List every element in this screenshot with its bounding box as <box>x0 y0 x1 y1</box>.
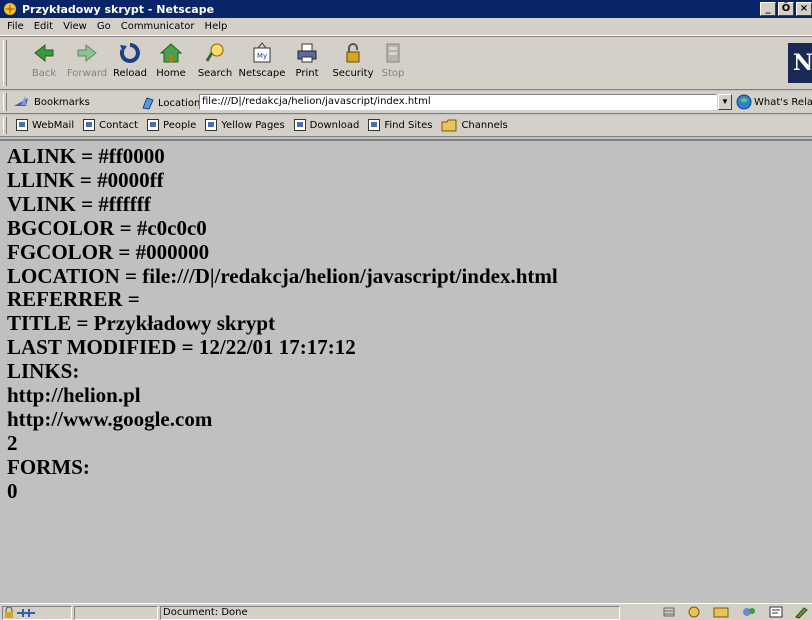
forward-arrow-icon <box>77 43 97 63</box>
content-line: 0 <box>7 478 18 503</box>
home-label: Home <box>156 68 186 79</box>
print-label: Print <box>295 68 319 79</box>
back-arrow-icon <box>34 43 54 63</box>
content-line: LLINK = #0000ff <box>7 167 164 192</box>
personal-link-label: People <box>163 119 197 131</box>
pen-icon[interactable] <box>794 605 810 619</box>
connection-status-icon[interactable] <box>3 606 37 619</box>
location-label-text: Location: <box>158 97 204 109</box>
stop-button[interactable]: Stop <box>368 41 418 87</box>
toolbar-grip[interactable] <box>3 40 7 86</box>
personal-link-yellow-pages[interactable]: Yellow Pages <box>205 119 285 131</box>
maximize-button[interactable]: Ô <box>778 2 794 16</box>
status-progress-cell <box>74 606 158 620</box>
mail-icon[interactable] <box>712 605 730 619</box>
printer-icon <box>297 43 317 63</box>
content-line: LAST MODIFIED = 12/22/01 17:17:12 <box>7 335 356 360</box>
bookmark-page-icon <box>16 119 28 131</box>
content-line: http://helion.pl <box>7 383 141 408</box>
personal-link-find-sites[interactable]: Find Sites <box>368 119 432 131</box>
whats-related-label: What's Related <box>754 96 812 108</box>
reload-icon <box>119 43 140 63</box>
menu-communicator[interactable]: Communicator <box>116 21 200 32</box>
content-line: 2 <box>7 430 18 455</box>
bookmarks-icon <box>14 96 28 106</box>
personal-link-label: Find Sites <box>384 119 433 131</box>
status-security-cell <box>2 606 72 620</box>
netscape-icon: My <box>253 42 271 63</box>
menu-bar: File Edit View Go Communicator Help <box>0 18 812 36</box>
personal-link-label: WebMail <box>32 119 75 131</box>
composer-icon[interactable] <box>768 605 784 619</box>
personal-link-label: Yellow Pages <box>221 119 285 131</box>
content-line: LINKS: <box>7 359 80 384</box>
url-input[interactable]: file:///D|/redakcja/helion/javascript/in… <box>199 94 717 110</box>
component-bar-icon[interactable] <box>662 605 676 619</box>
menu-edit[interactable]: Edit <box>29 21 58 32</box>
content-line: ALINK = #ff0000 <box>7 144 165 168</box>
padlock-icon <box>346 43 360 63</box>
minimize-button[interactable]: _ <box>760 2 776 16</box>
url-history-dropdown-button[interactable]: ▼ <box>718 94 732 110</box>
content-line: BGCOLOR = #c0c0c0 <box>7 215 207 240</box>
content-line: FGCOLOR = #000000 <box>7 239 210 264</box>
personal-link-channels[interactable]: Channels <box>441 118 508 132</box>
menu-help[interactable]: Help <box>200 21 233 32</box>
search-icon <box>205 43 224 62</box>
bookmark-page-icon <box>368 119 381 131</box>
location-label: Location: <box>141 96 204 110</box>
whats-related-button[interactable]: What's Related <box>736 94 812 110</box>
search-label: Search <box>197 68 233 79</box>
close-button[interactable]: × <box>796 2 812 16</box>
personal-toolbar: WebMail Contact People Yellow Pages Down… <box>0 115 812 137</box>
page-proxy-icon[interactable] <box>141 96 155 110</box>
personal-link-people[interactable]: People <box>147 119 196 131</box>
content-line: REFERRER = <box>7 287 140 312</box>
bookmark-page-icon <box>147 119 160 131</box>
navigator-icon[interactable] <box>686 605 702 619</box>
netscape-button[interactable]: My Netscape <box>237 41 287 87</box>
svg-text:My: My <box>257 52 267 60</box>
content-line: http://www.google.com <box>7 406 213 431</box>
bookmark-page-icon <box>83 119 96 131</box>
personal-link-label: Contact <box>99 119 139 131</box>
search-button[interactable]: Search <box>190 41 240 87</box>
menu-go[interactable]: Go <box>92 21 116 32</box>
navigation-toolbar: Back Forward Reload Home Search My Netsc… <box>0 36 812 90</box>
bookmark-page-icon <box>205 119 218 131</box>
personal-link-label: Channels <box>461 119 508 131</box>
window-title: Przykładowy skrypt - Netscape <box>22 2 215 16</box>
netscape-label: Netscape <box>238 68 286 79</box>
home-button[interactable]: Home <box>146 41 196 87</box>
personal-toolbar-grip[interactable] <box>3 117 7 134</box>
whats-related-icon <box>736 94 752 110</box>
personal-link-label: Download <box>309 119 360 131</box>
location-toolbar: Bookmarks Location: file:///D|/redakcja/… <box>0 91 812 114</box>
content-line: VLINK = #ffffff <box>7 191 151 216</box>
content-line: FORMS: <box>7 454 90 479</box>
personal-link-download[interactable]: Download <box>293 119 360 131</box>
channels-folder-icon <box>441 119 457 132</box>
status-bar: Document: Done <box>0 603 812 620</box>
content-line: LOCATION = file:///D|/redakcja/helion/ja… <box>7 263 558 288</box>
home-icon <box>159 43 183 63</box>
stop-label: Stop <box>381 68 405 79</box>
print-button[interactable]: Print <box>282 41 332 87</box>
netscape-logo[interactable]: N <box>788 43 812 83</box>
personal-link-webmail[interactable]: WebMail <box>16 119 74 131</box>
title-bar[interactable]: Przykładowy skrypt - Netscape _ Ô × <box>0 0 812 18</box>
stop-icon <box>386 43 400 63</box>
bookmarks-label: Bookmarks <box>34 96 90 108</box>
page-content[interactable]: ALINK = #ff0000 LLINK = #0000ff VLINK = … <box>0 139 812 601</box>
discussion-groups-icon[interactable] <box>740 605 758 619</box>
bookmark-page-icon <box>293 119 306 131</box>
content-line: TITLE = Przykładowy skrypt <box>7 311 276 336</box>
bookmarks-button[interactable]: Bookmarks <box>12 94 90 110</box>
netscape-app-icon <box>3 2 17 16</box>
location-toolbar-grip[interactable] <box>3 93 7 111</box>
personal-link-contact[interactable]: Contact <box>83 119 138 131</box>
status-text: Document: Done <box>163 607 248 618</box>
menu-view[interactable]: View <box>58 21 92 32</box>
menu-file[interactable]: File <box>2 21 29 32</box>
